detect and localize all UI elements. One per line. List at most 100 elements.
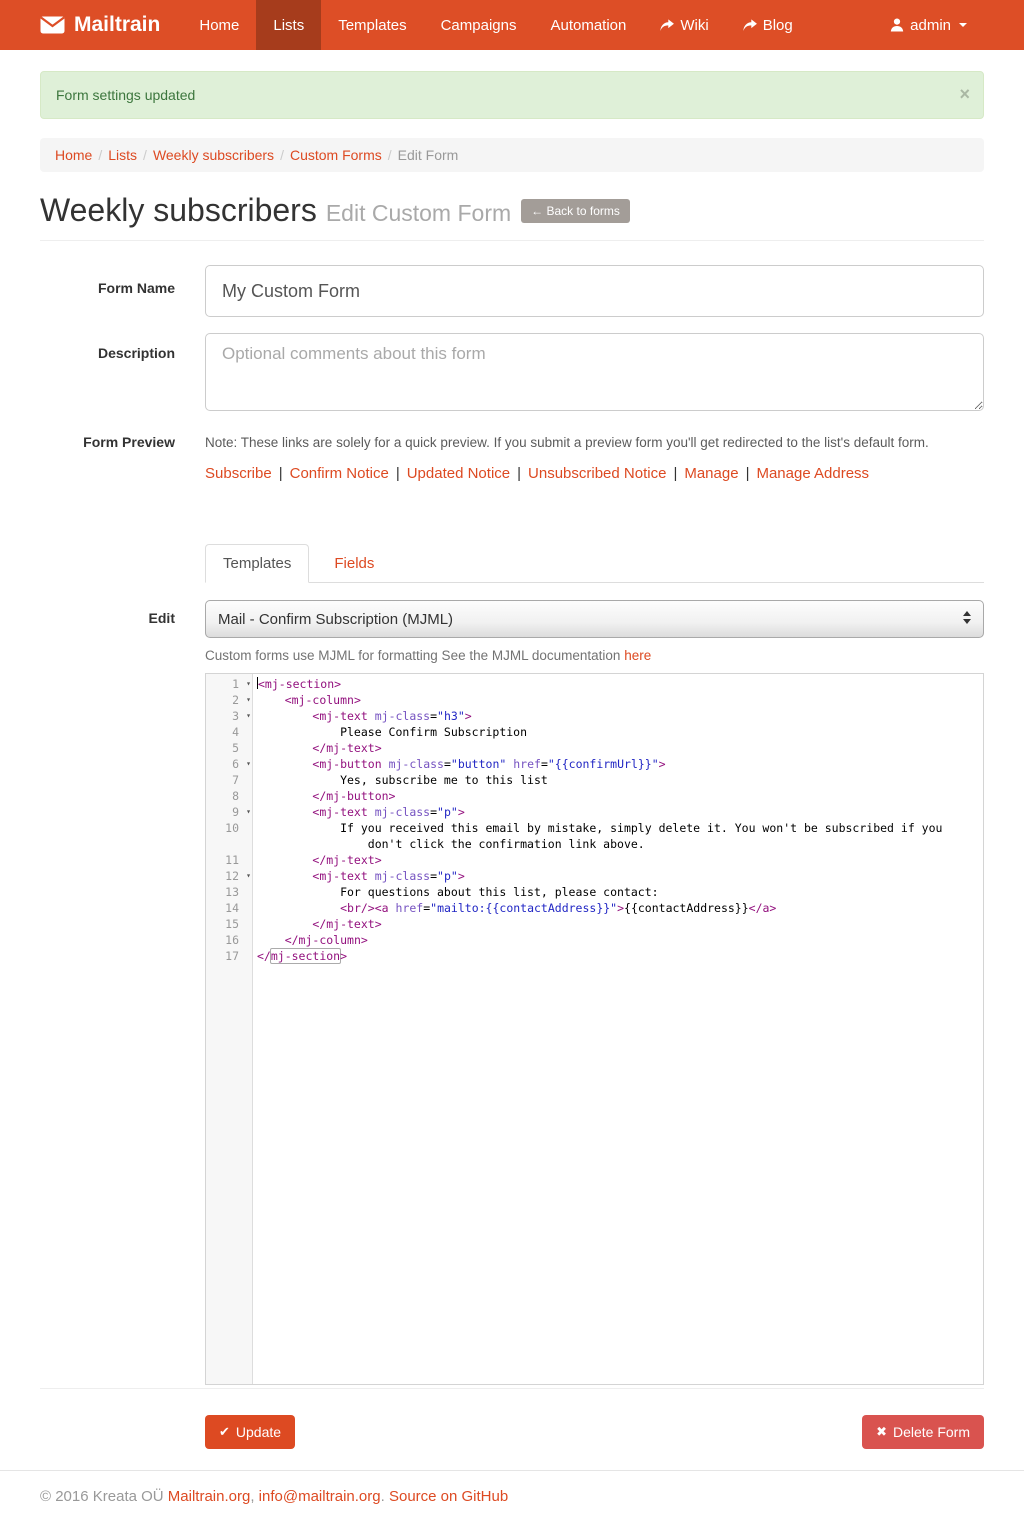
code-line[interactable]: 15 </mj-text>: [206, 916, 983, 932]
footer: © 2016 Kreata OÜ Mailtrain.org, info@mai…: [0, 1470, 1024, 1522]
pipe-separator: |: [666, 465, 684, 482]
preview-link-confirm-notice[interactable]: Confirm Notice: [290, 465, 389, 482]
line-number: 3▾: [206, 708, 253, 724]
line-number: 15: [206, 916, 253, 932]
update-button-label: Update: [236, 1424, 281, 1440]
breadcrumb-custom-forms[interactable]: Custom Forms: [290, 147, 382, 163]
update-button[interactable]: ✔ Update: [205, 1415, 295, 1449]
code-text: </mj-text>: [253, 740, 983, 756]
code-line[interactable]: 10 If you received this email by mistake…: [206, 820, 983, 852]
user-menu[interactable]: admin: [873, 0, 984, 50]
back-button-label: Back to forms: [547, 204, 620, 218]
nav-item-templates[interactable]: Templates: [321, 0, 423, 50]
code-text: <mj-column>: [253, 692, 983, 708]
brand-link[interactable]: Mailtrain: [0, 0, 182, 50]
preview-link-subscribe[interactable]: Subscribe: [205, 465, 272, 482]
tab-fields[interactable]: Fields: [316, 544, 392, 583]
page-subtitle: Edit Custom Form: [326, 200, 511, 226]
code-line[interactable]: 6▾ <mj-button mj-class="button" href="{{…: [206, 756, 983, 772]
external-arrow-icon: [743, 19, 757, 32]
mjml-help-prefix: Custom forms use MJML for formatting See…: [205, 648, 620, 663]
code-editor[interactable]: 1▾<mj-section>2▾ <mj-column>3▾ <mj-text …: [205, 673, 984, 1385]
page-title: Weekly subscribers: [40, 192, 317, 228]
email-link[interactable]: info@mailtrain.org: [259, 1488, 381, 1505]
source-github-link[interactable]: Source on GitHub: [389, 1488, 508, 1505]
code-line[interactable]: 7 Yes, subscribe me to this list: [206, 772, 983, 788]
preview-note: Note: These links are solely for a quick…: [205, 432, 984, 450]
code-line[interactable]: 16 </mj-column>: [206, 932, 983, 948]
code-line[interactable]: 17</mj-section>: [206, 948, 983, 964]
line-number: 13: [206, 884, 253, 900]
code-line[interactable]: 4 Please Confirm Subscription: [206, 724, 983, 740]
breadcrumb-separator: /: [382, 147, 398, 163]
nav-item-campaigns[interactable]: Campaigns: [424, 0, 534, 50]
brand-label: Mailtrain: [74, 13, 160, 37]
close-icon[interactable]: ×: [959, 84, 970, 105]
preview-link-manage-address[interactable]: Manage Address: [756, 465, 869, 482]
user-name: admin: [910, 17, 951, 34]
code-line[interactable]: 3▾ <mj-text mj-class="h3">: [206, 708, 983, 724]
form-name-input[interactable]: [205, 265, 984, 317]
code-line[interactable]: 2▾ <mj-column>: [206, 692, 983, 708]
code-text: </mj-button>: [253, 788, 983, 804]
nav-item-wiki[interactable]: Wiki: [643, 0, 725, 50]
edit-label: Edit: [40, 600, 175, 1385]
preview-link-unsubscribed-notice[interactable]: Unsubscribed Notice: [528, 465, 666, 482]
nav-item-label: Templates: [338, 17, 406, 34]
nav-item-label: Lists: [273, 17, 304, 34]
code-line[interactable]: 12▾ <mj-text mj-class="p">: [206, 868, 983, 884]
preview-links: Subscribe|Confirm Notice|Updated Notice|…: [205, 465, 984, 482]
mailtrain-org-link[interactable]: Mailtrain.org: [168, 1488, 251, 1505]
breadcrumb-separator: /: [92, 147, 108, 163]
code-line[interactable]: 13 For questions about this list, please…: [206, 884, 983, 900]
fold-arrow-icon[interactable]: ▾: [246, 868, 251, 884]
form-actions: ✔ Update ✖ Delete Form: [205, 1415, 984, 1449]
fold-arrow-icon[interactable]: ▾: [246, 756, 251, 772]
code-line[interactable]: 5 </mj-text>: [206, 740, 983, 756]
description-row: Description: [40, 333, 984, 416]
form-preview-row: Form Preview Note: These links are solel…: [40, 432, 984, 482]
line-number: 5: [206, 740, 253, 756]
nav-item-automation[interactable]: Automation: [533, 0, 643, 50]
code-line[interactable]: 8 </mj-button>: [206, 788, 983, 804]
back-to-forms-button[interactable]: ← Back to forms: [521, 199, 630, 223]
mjml-documentation-link[interactable]: here: [624, 648, 651, 663]
page-header: Weekly subscribers Edit Custom Form ← Back…: [40, 192, 984, 241]
breadcrumb-weekly-subscribers[interactable]: Weekly subscribers: [153, 147, 274, 163]
code-line[interactable]: 11 </mj-text>: [206, 852, 983, 868]
copyright-text: © 2016 Kreata OÜ: [40, 1488, 164, 1505]
nav-item-lists[interactable]: Lists: [256, 0, 321, 50]
delete-button-label: Delete Form: [893, 1424, 970, 1440]
breadcrumb-lists[interactable]: Lists: [108, 147, 137, 163]
template-select[interactable]: Mail - Confirm Subscription (MJML): [205, 600, 984, 638]
edit-form: Form Name Description Form Preview Note:…: [40, 265, 984, 1385]
tab-templates[interactable]: Templates: [205, 544, 309, 583]
preview-link-manage[interactable]: Manage: [684, 465, 738, 482]
fold-arrow-icon[interactable]: ▾: [246, 708, 251, 724]
form-name-label: Form Name: [40, 265, 175, 317]
code-text: Yes, subscribe me to this list: [253, 772, 983, 788]
tabs: Templates Fields: [205, 544, 984, 583]
nav-item-home[interactable]: Home: [182, 0, 256, 50]
nav-item-blog[interactable]: Blog: [726, 0, 810, 50]
mjml-help-text: Custom forms use MJML for formatting See…: [205, 648, 984, 663]
line-number: 2▾: [206, 692, 253, 708]
fold-arrow-icon[interactable]: ▾: [246, 692, 251, 708]
preview-link-updated-notice[interactable]: Updated Notice: [407, 465, 510, 482]
line-number: 12▾: [206, 868, 253, 884]
form-divider: [40, 1388, 984, 1389]
line-number: 17: [206, 948, 253, 964]
delete-form-button[interactable]: ✖ Delete Form: [862, 1415, 984, 1449]
nav-item-label: Campaigns: [441, 17, 517, 34]
code-line[interactable]: 14 <br/><a href="mailto:{{contactAddress…: [206, 900, 983, 916]
code-text: <mj-text mj-class="h3">: [253, 708, 983, 724]
code-text: <mj-section>: [253, 676, 983, 692]
code-text: Please Confirm Subscription: [253, 724, 983, 740]
breadcrumb-home[interactable]: Home: [55, 147, 92, 163]
code-line[interactable]: 1▾<mj-section>: [206, 676, 983, 692]
description-textarea[interactable]: [205, 333, 984, 411]
fold-arrow-icon[interactable]: ▾: [246, 804, 251, 820]
code-line[interactable]: 9▾ <mj-text mj-class="p">: [206, 804, 983, 820]
line-number: 10: [206, 820, 253, 852]
fold-arrow-icon[interactable]: ▾: [246, 676, 251, 692]
